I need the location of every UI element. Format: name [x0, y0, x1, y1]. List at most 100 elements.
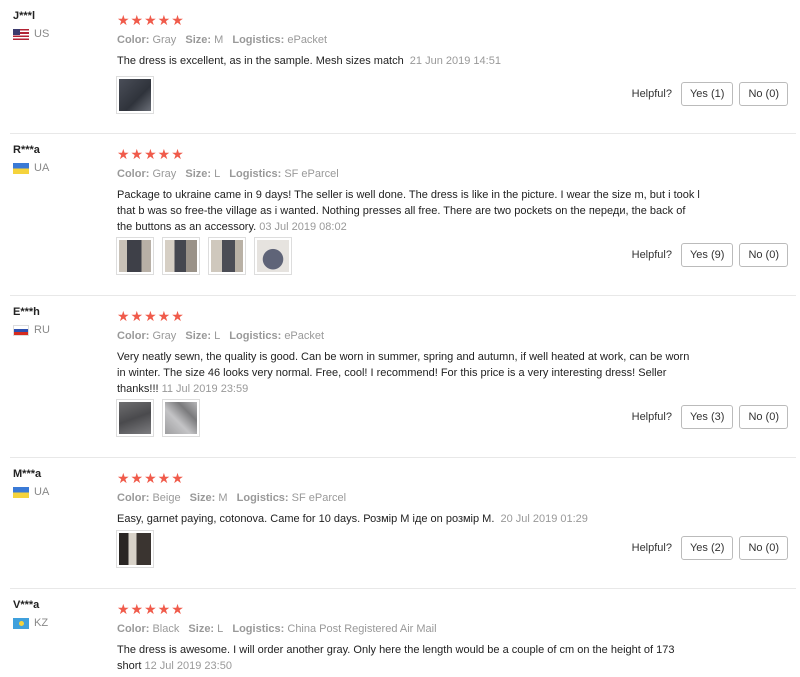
- reviewer-name: M***a: [13, 468, 42, 480]
- color-label: Color:: [117, 330, 150, 342]
- logistics-value: SF eParcel: [284, 168, 339, 180]
- reviewer-info: V***a KZ: [13, 599, 103, 629]
- helpful-yes-button[interactable]: Yes (2): [680, 536, 734, 560]
- review-text: Very neatly sewn, the quality is good. C…: [117, 349, 727, 397]
- color-label: Color:: [117, 623, 150, 635]
- color-value: Gray: [152, 330, 177, 342]
- country-code: UA: [34, 486, 50, 498]
- size-label: Size:: [189, 492, 216, 504]
- review-item: M***a UA ★★★★★ Color: Beige Size: M Logi…: [0, 458, 800, 589]
- size-label: Size:: [185, 34, 212, 46]
- size-label: Size:: [188, 623, 215, 635]
- review-photos: [116, 399, 200, 437]
- helpful-yes-button[interactable]: Yes (1): [680, 82, 734, 106]
- order-info: Color: Gray Size: L Logistics: ePacket: [117, 330, 727, 342]
- order-info: Color: Gray Size: M Logistics: ePacket: [117, 34, 727, 46]
- review-date: 03 Jul 2019 08:02: [259, 221, 347, 233]
- review-text: The dress is excellent, as in the sample…: [117, 53, 727, 69]
- helpful-label: Helpful?: [631, 249, 672, 261]
- helpful-label: Helpful?: [631, 88, 672, 100]
- star-rating: ★★★★★: [117, 470, 185, 486]
- logistics-label: Logistics:: [229, 168, 282, 180]
- country-code: US: [34, 28, 50, 40]
- reviewer-info: E***h RU: [13, 306, 103, 336]
- review-photo-thumbnail[interactable]: [208, 237, 246, 275]
- size-value: L: [214, 168, 221, 180]
- ru-flag-icon: [13, 324, 29, 336]
- review-body-line: The dress is awesome. I will order anoth…: [117, 644, 675, 656]
- helpful-voting: Helpful? Yes (2) No (0): [632, 536, 788, 560]
- review-photo-thumbnail[interactable]: [116, 399, 154, 437]
- logistics-value: ePacket: [284, 330, 325, 342]
- logistics-value: ePacket: [287, 34, 328, 46]
- star-rating: ★★★★★: [117, 601, 185, 617]
- review-text: The dress is awesome. I will order anoth…: [117, 642, 727, 674]
- reviewer-country: KZ: [13, 617, 103, 629]
- logistics-label: Logistics:: [232, 623, 285, 635]
- review-photo-thumbnail[interactable]: [162, 237, 200, 275]
- review-body-line: short: [117, 660, 142, 672]
- reviewer-country: US: [13, 28, 103, 40]
- color-value: Gray: [152, 34, 177, 46]
- review-body-line: the buttons as an accessory.: [117, 221, 257, 233]
- review-date: 21 Jun 2019 14:51: [409, 55, 501, 67]
- review-body-line: in winter. The size 46 looks very normal…: [117, 367, 667, 379]
- review-content: ★★★★★ Color: Gray Size: L Logistics: SF …: [117, 146, 727, 235]
- size-label: Size:: [185, 168, 212, 180]
- review-item: V***a KZ ★★★★★ Color: Black Size: L Logi…: [0, 589, 800, 677]
- order-info: Color: Black Size: L Logistics: China Po…: [117, 623, 727, 635]
- size-label: Size:: [185, 330, 212, 342]
- reviewer-country: UA: [13, 486, 103, 498]
- review-date: 12 Jul 2019 23:50: [144, 660, 232, 672]
- review-item: J***l US ★★★★★ Color: Gray Size: M Logis…: [0, 0, 800, 134]
- helpful-no-button[interactable]: No (0): [739, 243, 788, 267]
- helpful-no-button[interactable]: No (0): [739, 405, 788, 429]
- review-body-line: Package to ukraine came in 9 days! The s…: [117, 189, 700, 201]
- star-rating: ★★★★★: [117, 12, 185, 28]
- order-info: Color: Beige Size: M Logistics: SF eParc…: [117, 492, 727, 504]
- review-body-line: thanks!!!: [117, 383, 159, 395]
- reviewer-name: E***h: [13, 306, 40, 318]
- helpful-label: Helpful?: [631, 542, 672, 554]
- size-value: M: [218, 492, 228, 504]
- helpful-no-button[interactable]: No (0): [739, 536, 788, 560]
- color-value: Gray: [152, 168, 177, 180]
- ua-flag-icon: [13, 162, 29, 174]
- reviewer-name: V***a: [13, 599, 40, 611]
- review-body-line: Very neatly sewn, the quality is good. C…: [117, 351, 690, 363]
- country-code: RU: [34, 324, 50, 336]
- review-body: The dress is excellent, as in the sample…: [117, 55, 404, 67]
- reviewer-info: J***l US: [13, 10, 103, 40]
- logistics-value: SF eParcel: [291, 492, 347, 504]
- review-text: Easy, garnet paying, cotonova. Came for …: [117, 511, 727, 527]
- star-rating: ★★★★★: [117, 146, 185, 162]
- size-value: L: [214, 330, 221, 342]
- helpful-yes-button[interactable]: Yes (9): [680, 243, 734, 267]
- country-code: KZ: [34, 617, 49, 629]
- helpful-no-button[interactable]: No (0): [739, 82, 788, 106]
- reviewer-info: R***a UA: [13, 144, 103, 174]
- helpful-voting: Helpful? Yes (1) No (0): [632, 82, 788, 106]
- helpful-yes-button[interactable]: Yes (3): [680, 405, 734, 429]
- review-photo-thumbnail[interactable]: [162, 399, 200, 437]
- size-value: M: [214, 34, 224, 46]
- reviewer-name: J***l: [13, 10, 36, 22]
- review-date: 11 Jul 2019 23:59: [161, 383, 249, 395]
- review-photo-thumbnail[interactable]: [254, 237, 292, 275]
- review-photo-thumbnail[interactable]: [116, 76, 154, 114]
- logistics-label: Logistics:: [236, 492, 289, 504]
- review-photo-thumbnail[interactable]: [116, 530, 154, 568]
- ua-flag-icon: [13, 486, 29, 498]
- review-body: Easy, garnet paying, cotonova. Came for …: [117, 513, 495, 525]
- star-rating: ★★★★★: [117, 308, 185, 324]
- reviewer-info: M***a UA: [13, 468, 103, 498]
- review-content: ★★★★★ Color: Black Size: L Logistics: Ch…: [117, 601, 727, 674]
- review-item: R***a UA ★★★★★ Color: Gray Size: L Logis…: [0, 134, 800, 296]
- helpful-voting: Helpful? Yes (9) No (0): [632, 243, 788, 267]
- logistics-label: Logistics:: [232, 34, 285, 46]
- review-photos: [116, 237, 292, 275]
- review-content: ★★★★★ Color: Beige Size: M Logistics: SF…: [117, 470, 727, 527]
- review-photo-thumbnail[interactable]: [116, 237, 154, 275]
- color-value: Beige: [152, 492, 181, 504]
- color-label: Color:: [117, 492, 150, 504]
